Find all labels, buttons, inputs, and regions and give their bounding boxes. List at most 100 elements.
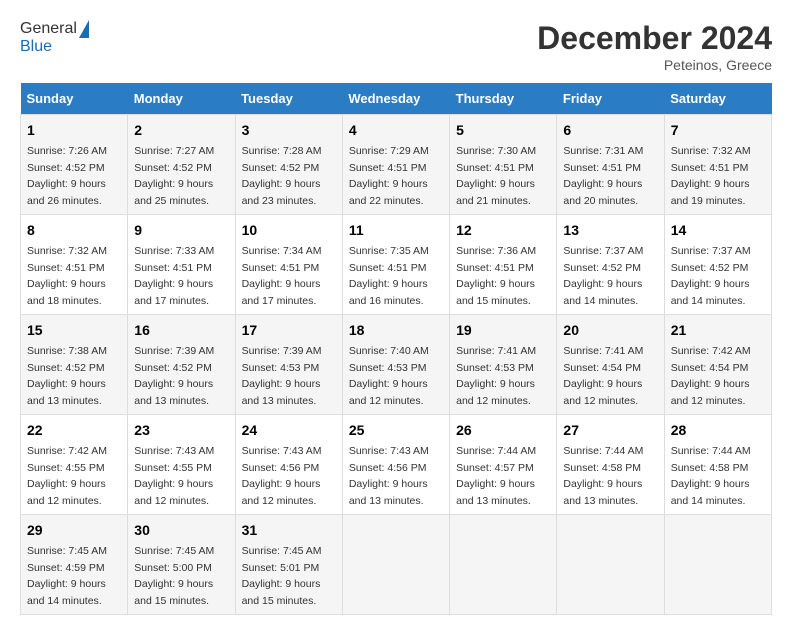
day-info: Sunrise: 7:26 AM Sunset: 4:52 PM Dayligh…	[27, 145, 107, 207]
day-number: 15	[27, 320, 121, 341]
day-info: Sunrise: 7:33 AM Sunset: 4:51 PM Dayligh…	[134, 245, 214, 307]
calendar-week-row: 29 Sunrise: 7:45 AM Sunset: 4:59 PM Dayl…	[21, 515, 772, 615]
table-row: 12 Sunrise: 7:36 AM Sunset: 4:51 PM Dayl…	[450, 215, 557, 315]
table-row: 16 Sunrise: 7:39 AM Sunset: 4:52 PM Dayl…	[128, 315, 235, 415]
day-info: Sunrise: 7:36 AM Sunset: 4:51 PM Dayligh…	[456, 245, 536, 307]
calendar-week-row: 22 Sunrise: 7:42 AM Sunset: 4:55 PM Dayl…	[21, 415, 772, 515]
calendar-week-row: 1 Sunrise: 7:26 AM Sunset: 4:52 PM Dayli…	[21, 115, 772, 215]
day-number: 14	[671, 220, 765, 241]
day-info: Sunrise: 7:43 AM Sunset: 4:55 PM Dayligh…	[134, 445, 214, 507]
table-row: 27 Sunrise: 7:44 AM Sunset: 4:58 PM Dayl…	[557, 415, 664, 515]
table-row: 26 Sunrise: 7:44 AM Sunset: 4:57 PM Dayl…	[450, 415, 557, 515]
day-info: Sunrise: 7:44 AM Sunset: 4:58 PM Dayligh…	[671, 445, 751, 507]
calendar-table: Sunday Monday Tuesday Wednesday Thursday…	[20, 83, 772, 615]
table-row: 3 Sunrise: 7:28 AM Sunset: 4:52 PM Dayli…	[235, 115, 342, 215]
day-info: Sunrise: 7:39 AM Sunset: 4:52 PM Dayligh…	[134, 345, 214, 407]
table-row: 21 Sunrise: 7:42 AM Sunset: 4:54 PM Dayl…	[664, 315, 771, 415]
table-row: 31 Sunrise: 7:45 AM Sunset: 5:01 PM Dayl…	[235, 515, 342, 615]
table-row: 9 Sunrise: 7:33 AM Sunset: 4:51 PM Dayli…	[128, 215, 235, 315]
table-row: 8 Sunrise: 7:32 AM Sunset: 4:51 PM Dayli…	[21, 215, 128, 315]
day-number: 5	[456, 120, 550, 141]
day-number: 20	[563, 320, 657, 341]
table-row: 13 Sunrise: 7:37 AM Sunset: 4:52 PM Dayl…	[557, 215, 664, 315]
day-number: 21	[671, 320, 765, 341]
day-info: Sunrise: 7:42 AM Sunset: 4:54 PM Dayligh…	[671, 345, 751, 407]
day-info: Sunrise: 7:41 AM Sunset: 4:54 PM Dayligh…	[563, 345, 643, 407]
day-info: Sunrise: 7:32 AM Sunset: 4:51 PM Dayligh…	[27, 245, 107, 307]
day-info: Sunrise: 7:40 AM Sunset: 4:53 PM Dayligh…	[349, 345, 429, 407]
month-title: December 2024	[537, 20, 772, 57]
day-info: Sunrise: 7:41 AM Sunset: 4:53 PM Dayligh…	[456, 345, 536, 407]
day-number: 23	[134, 420, 228, 441]
col-sunday: Sunday	[21, 83, 128, 115]
day-number: 25	[349, 420, 443, 441]
day-info: Sunrise: 7:44 AM Sunset: 4:57 PM Dayligh…	[456, 445, 536, 507]
day-number: 7	[671, 120, 765, 141]
table-row: 30 Sunrise: 7:45 AM Sunset: 5:00 PM Dayl…	[128, 515, 235, 615]
day-number: 11	[349, 220, 443, 241]
day-number: 18	[349, 320, 443, 341]
table-row: 23 Sunrise: 7:43 AM Sunset: 4:55 PM Dayl…	[128, 415, 235, 515]
day-number: 8	[27, 220, 121, 241]
page-header: General Blue December 2024 Peteinos, Gre…	[20, 20, 772, 73]
day-info: Sunrise: 7:38 AM Sunset: 4:52 PM Dayligh…	[27, 345, 107, 407]
day-number: 17	[242, 320, 336, 341]
table-row: 19 Sunrise: 7:41 AM Sunset: 4:53 PM Dayl…	[450, 315, 557, 415]
table-row: 5 Sunrise: 7:30 AM Sunset: 4:51 PM Dayli…	[450, 115, 557, 215]
day-info: Sunrise: 7:37 AM Sunset: 4:52 PM Dayligh…	[671, 245, 751, 307]
day-info: Sunrise: 7:44 AM Sunset: 4:58 PM Dayligh…	[563, 445, 643, 507]
table-row	[557, 515, 664, 615]
day-number: 22	[27, 420, 121, 441]
day-info: Sunrise: 7:28 AM Sunset: 4:52 PM Dayligh…	[242, 145, 322, 207]
day-info: Sunrise: 7:29 AM Sunset: 4:51 PM Dayligh…	[349, 145, 429, 207]
title-block: December 2024 Peteinos, Greece	[537, 20, 772, 73]
col-friday: Friday	[557, 83, 664, 115]
day-number: 16	[134, 320, 228, 341]
col-saturday: Saturday	[664, 83, 771, 115]
day-info: Sunrise: 7:43 AM Sunset: 4:56 PM Dayligh…	[349, 445, 429, 507]
logo-general-text: General	[20, 20, 77, 38]
table-row: 14 Sunrise: 7:37 AM Sunset: 4:52 PM Dayl…	[664, 215, 771, 315]
day-number: 27	[563, 420, 657, 441]
col-tuesday: Tuesday	[235, 83, 342, 115]
calendar-week-row: 15 Sunrise: 7:38 AM Sunset: 4:52 PM Dayl…	[21, 315, 772, 415]
day-info: Sunrise: 7:37 AM Sunset: 4:52 PM Dayligh…	[563, 245, 643, 307]
table-row: 22 Sunrise: 7:42 AM Sunset: 4:55 PM Dayl…	[21, 415, 128, 515]
table-row: 7 Sunrise: 7:32 AM Sunset: 4:51 PM Dayli…	[664, 115, 771, 215]
day-info: Sunrise: 7:43 AM Sunset: 4:56 PM Dayligh…	[242, 445, 322, 507]
col-monday: Monday	[128, 83, 235, 115]
day-info: Sunrise: 7:39 AM Sunset: 4:53 PM Dayligh…	[242, 345, 322, 407]
day-info: Sunrise: 7:34 AM Sunset: 4:51 PM Dayligh…	[242, 245, 322, 307]
logo-triangle-icon	[79, 20, 89, 38]
day-number: 31	[242, 520, 336, 541]
col-wednesday: Wednesday	[342, 83, 449, 115]
location-text: Peteinos, Greece	[537, 57, 772, 73]
table-row: 24 Sunrise: 7:43 AM Sunset: 4:56 PM Dayl…	[235, 415, 342, 515]
day-info: Sunrise: 7:45 AM Sunset: 4:59 PM Dayligh…	[27, 545, 107, 607]
day-info: Sunrise: 7:32 AM Sunset: 4:51 PM Dayligh…	[671, 145, 751, 207]
day-number: 6	[563, 120, 657, 141]
table-row	[664, 515, 771, 615]
day-number: 10	[242, 220, 336, 241]
day-number: 26	[456, 420, 550, 441]
day-info: Sunrise: 7:45 AM Sunset: 5:00 PM Dayligh…	[134, 545, 214, 607]
logo: General Blue	[20, 20, 89, 56]
day-number: 24	[242, 420, 336, 441]
day-info: Sunrise: 7:45 AM Sunset: 5:01 PM Dayligh…	[242, 545, 322, 607]
day-number: 9	[134, 220, 228, 241]
table-row	[342, 515, 449, 615]
calendar-header-row: Sunday Monday Tuesday Wednesday Thursday…	[21, 83, 772, 115]
day-info: Sunrise: 7:31 AM Sunset: 4:51 PM Dayligh…	[563, 145, 643, 207]
table-row: 28 Sunrise: 7:44 AM Sunset: 4:58 PM Dayl…	[664, 415, 771, 515]
table-row: 10 Sunrise: 7:34 AM Sunset: 4:51 PM Dayl…	[235, 215, 342, 315]
table-row: 11 Sunrise: 7:35 AM Sunset: 4:51 PM Dayl…	[342, 215, 449, 315]
table-row: 4 Sunrise: 7:29 AM Sunset: 4:51 PM Dayli…	[342, 115, 449, 215]
day-info: Sunrise: 7:42 AM Sunset: 4:55 PM Dayligh…	[27, 445, 107, 507]
table-row: 15 Sunrise: 7:38 AM Sunset: 4:52 PM Dayl…	[21, 315, 128, 415]
day-number: 30	[134, 520, 228, 541]
day-number: 12	[456, 220, 550, 241]
day-number: 3	[242, 120, 336, 141]
day-number: 19	[456, 320, 550, 341]
col-thursday: Thursday	[450, 83, 557, 115]
day-number: 1	[27, 120, 121, 141]
